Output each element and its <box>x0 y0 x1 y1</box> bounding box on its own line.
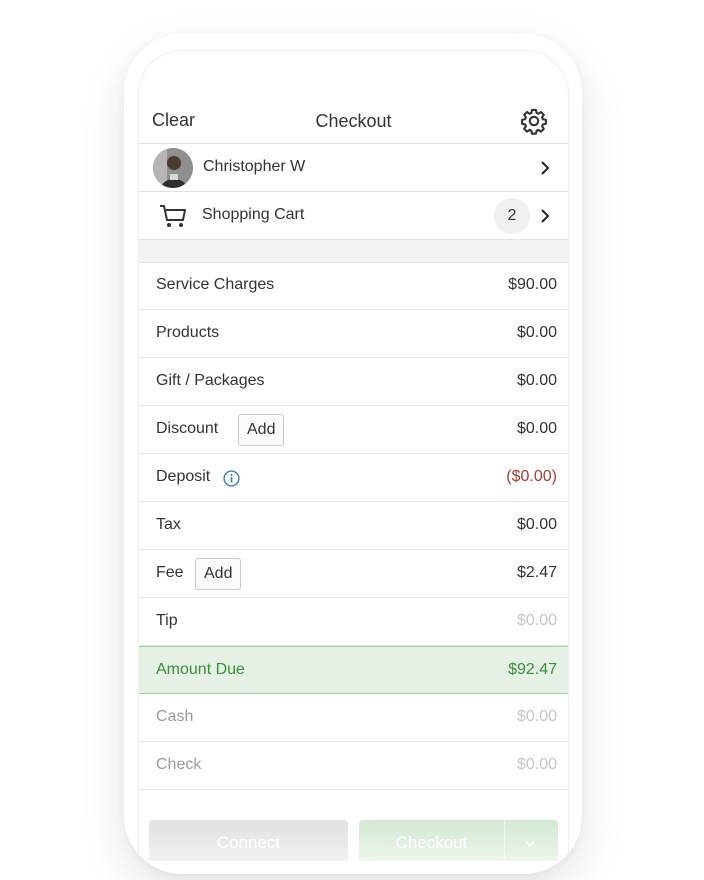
cash-label: Cash <box>156 708 194 725</box>
check-label: Check <box>156 756 202 773</box>
checkout-button[interactable]: Checkout <box>359 820 558 861</box>
checkout-label: Checkout <box>395 833 468 852</box>
customer-name: Christopher W <box>203 158 306 175</box>
service-charges-label: Service Charges <box>156 276 275 293</box>
cart-count-badge: 2 <box>494 198 530 234</box>
discount-label: Discount <box>156 420 219 437</box>
connect-button[interactable]: Connect <box>149 820 348 861</box>
add-fee-button[interactable]: Add <box>195 558 242 590</box>
tax-row: Tax $0.00 <box>139 502 568 550</box>
amount-due-label: Amount Due <box>156 661 245 678</box>
amount-due-row: Amount Due $92.47 <box>139 646 568 694</box>
add-discount-button[interactable]: Add <box>238 414 285 446</box>
tip-amount-input[interactable]: $0.00 <box>517 612 557 630</box>
deposit-amount: ($0.00) <box>506 468 557 485</box>
check-row[interactable]: Check $0.00 <box>139 742 568 790</box>
section-divider <box>139 240 568 263</box>
chevron-right-icon <box>541 161 550 175</box>
phone-frame: Clear Checkout Christopher W Shopping Ca… <box>124 34 582 874</box>
cart-label: Shopping Cart <box>202 206 305 223</box>
gear-icon[interactable] <box>520 107 548 135</box>
tip-label: Tip <box>156 612 178 629</box>
cart-icon <box>160 205 186 227</box>
button-divider <box>504 820 505 861</box>
avatar <box>153 148 193 188</box>
fee-amount: $2.47 <box>516 564 557 581</box>
deposit-row: Deposit ($0.00) <box>139 454 568 502</box>
page-title: Checkout <box>315 111 392 131</box>
fee-label: Fee <box>156 564 184 581</box>
products-amount: $0.00 <box>516 324 557 341</box>
checkout-screen: Clear Checkout Christopher W Shopping Ca… <box>138 50 569 861</box>
tax-label: Tax <box>156 516 181 533</box>
shopping-cart-row[interactable]: Shopping Cart 2 <box>139 192 568 240</box>
customer-row[interactable]: Christopher W <box>139 144 568 192</box>
discount-amount: $0.00 <box>516 420 557 437</box>
products-row: Products $0.00 <box>139 310 568 358</box>
discount-row: Discount Add $0.00 <box>139 406 568 454</box>
amount-due-value: $92.47 <box>508 661 557 678</box>
gift-packages-row: Gift / Packages $0.00 <box>139 358 568 406</box>
cash-row[interactable]: Cash $0.00 <box>139 694 568 742</box>
service-charges-amount: $90.00 <box>508 276 557 293</box>
fee-row: Fee Add $2.47 <box>139 550 568 598</box>
tip-row[interactable]: Tip $0.00 <box>139 598 568 646</box>
check-amount-input[interactable]: $0.00 <box>517 756 557 774</box>
connect-label: Connect <box>216 833 281 852</box>
nav-bar: Clear Checkout <box>139 103 568 144</box>
info-icon[interactable] <box>223 470 240 487</box>
products-label: Products <box>156 324 220 341</box>
chevron-right-icon <box>541 209 550 223</box>
gift-packages-amount: $0.00 <box>516 372 557 389</box>
tax-amount: $0.00 <box>516 516 557 533</box>
deposit-label: Deposit <box>156 468 211 485</box>
gift-packages-label: Gift / Packages <box>156 372 265 389</box>
service-charges-row: Service Charges $90.00 <box>139 262 568 310</box>
cash-amount-input[interactable]: $0.00 <box>517 708 557 726</box>
chevron-down-icon[interactable] <box>524 820 536 861</box>
